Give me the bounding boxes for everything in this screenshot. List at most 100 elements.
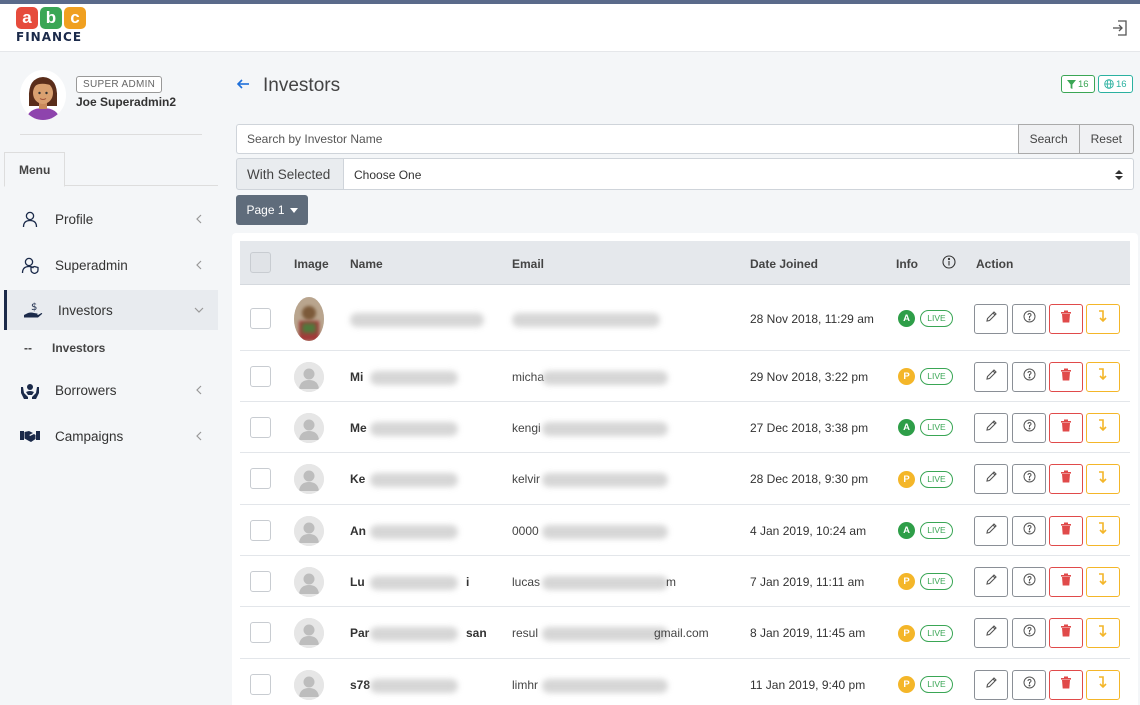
help-button[interactable] xyxy=(1012,515,1046,546)
logout-icon[interactable] xyxy=(1110,18,1130,38)
table-row[interactable]: Me kengi 27 Dec 2018, 3:38 pm A LIVE xyxy=(240,402,1130,453)
question-icon xyxy=(1023,470,1036,488)
help-button[interactable] xyxy=(1012,566,1046,597)
help-button[interactable] xyxy=(1012,464,1046,494)
status-badge: P xyxy=(898,368,915,385)
edit-button[interactable] xyxy=(974,412,1008,443)
delete-button[interactable] xyxy=(1049,464,1083,494)
table-row[interactable]: s78 limhr 11 Jan 2019, 9:40 pm P LIVE xyxy=(240,659,1130,705)
sidebar-item-investors[interactable]: $ Investors xyxy=(4,290,218,330)
redacted-name xyxy=(370,575,458,590)
column-header-date-joined[interactable]: Date Joined xyxy=(750,257,818,271)
trash-icon xyxy=(1060,676,1072,694)
table-row[interactable]: Lu i lucas m 7 Jan 2019, 11:11 am P LIVE xyxy=(240,556,1130,607)
sidebar-item-profile[interactable]: Profile xyxy=(4,199,218,239)
delete-button[interactable] xyxy=(1049,669,1083,700)
delete-button[interactable] xyxy=(1049,618,1083,648)
redacted-email xyxy=(542,421,668,436)
row-checkbox[interactable] xyxy=(250,519,271,541)
investor-name[interactable]: Ke xyxy=(350,472,458,487)
row-checkbox[interactable] xyxy=(250,570,271,592)
sidebar-item-borrowers[interactable]: Borrowers xyxy=(4,370,218,410)
tab-menu[interactable]: Menu xyxy=(4,152,65,187)
logo-letter-c: c xyxy=(64,7,86,29)
row-checkbox[interactable] xyxy=(250,622,271,643)
investor-name[interactable]: Lu i xyxy=(350,575,469,590)
transfer-button[interactable] xyxy=(1086,361,1120,392)
status-badge: P xyxy=(898,676,915,693)
transfer-button[interactable] xyxy=(1086,669,1120,700)
chevron-left-icon xyxy=(196,385,202,395)
edit-button[interactable] xyxy=(974,303,1008,334)
edit-button[interactable] xyxy=(974,669,1008,700)
investor-name[interactable]: s78 xyxy=(350,678,458,693)
investor-name[interactable]: An xyxy=(350,524,458,539)
delete-button[interactable] xyxy=(1049,515,1083,546)
table-row[interactable]: 28 Nov 2018, 11:29 am A LIVE xyxy=(240,286,1130,351)
level-down-icon xyxy=(1098,367,1108,386)
table-row[interactable]: An 0000 4 Jan 2019, 10:24 am A LIVE xyxy=(240,505,1130,556)
user-name: Joe Superadmin2 xyxy=(76,95,177,109)
sidebar-item-superadmin[interactable]: Superadmin xyxy=(4,245,218,285)
bulk-action-select[interactable]: Choose One xyxy=(344,158,1134,190)
status-badge: A xyxy=(898,419,915,436)
row-checkbox[interactable] xyxy=(250,365,271,387)
delete-button[interactable] xyxy=(1049,566,1083,597)
transfer-button[interactable] xyxy=(1086,566,1120,597)
table-row[interactable]: Mi micha 29 Nov 2018, 3:22 pm P LIVE xyxy=(240,351,1130,402)
column-header-email[interactable]: Email xyxy=(512,257,544,271)
help-button[interactable] xyxy=(1012,412,1046,443)
investor-email: kelvir xyxy=(512,472,668,487)
sidebar-subitem-investors[interactable]: -- Investors xyxy=(24,341,105,355)
row-checkbox[interactable] xyxy=(250,673,271,695)
table-row[interactable]: Par san resul gmail.com 8 Jan 2019, 11:45 am… xyxy=(240,607,1130,659)
search-button[interactable]: Search xyxy=(1017,124,1080,154)
redacted-name xyxy=(370,370,458,385)
row-checkbox[interactable] xyxy=(250,307,271,329)
avatar[interactable] xyxy=(20,70,66,120)
subitem-dash: -- xyxy=(24,341,32,355)
investor-name[interactable]: Par san xyxy=(350,626,487,641)
edit-button[interactable] xyxy=(974,566,1008,597)
page-dropdown-button[interactable]: Page 1 xyxy=(236,195,308,225)
caret-down-icon xyxy=(289,207,298,213)
column-header-name[interactable]: Name xyxy=(350,257,383,271)
info-icon[interactable] xyxy=(942,255,956,269)
edit-button[interactable] xyxy=(974,515,1008,546)
reset-button[interactable]: Reset xyxy=(1079,124,1134,154)
level-down-icon xyxy=(1098,624,1108,643)
redacted-email xyxy=(542,575,668,590)
help-button[interactable] xyxy=(1012,303,1046,334)
investor-avatar xyxy=(294,361,324,392)
search-input[interactable] xyxy=(236,124,1018,154)
globe-count-badge[interactable]: 16 xyxy=(1098,75,1133,93)
transfer-button[interactable] xyxy=(1086,464,1120,494)
investor-name[interactable]: Mi xyxy=(350,370,458,385)
edit-button[interactable] xyxy=(974,361,1008,392)
edit-button[interactable] xyxy=(974,464,1008,494)
edit-button[interactable] xyxy=(974,618,1008,648)
select-all-checkbox[interactable] xyxy=(250,252,271,273)
help-button[interactable] xyxy=(1012,361,1046,392)
sidebar-item-campaigns[interactable]: Campaigns xyxy=(4,416,218,456)
transfer-button[interactable] xyxy=(1086,618,1120,648)
help-button[interactable] xyxy=(1012,618,1046,648)
delete-button[interactable] xyxy=(1049,412,1083,443)
transfer-button[interactable] xyxy=(1086,515,1120,546)
user-icon xyxy=(19,208,41,230)
table-row[interactable]: Ke kelvir 28 Dec 2018, 9:30 pm P LIVE xyxy=(240,453,1130,505)
brand-logo[interactable]: a b c FINANCE xyxy=(16,7,96,51)
filter-count-badge[interactable]: 16 xyxy=(1061,75,1095,93)
logo-word: FINANCE xyxy=(16,30,83,44)
row-checkbox[interactable] xyxy=(250,416,271,438)
row-checkbox[interactable] xyxy=(250,468,271,489)
delete-button[interactable] xyxy=(1049,361,1083,392)
chevron-left-icon xyxy=(196,260,202,270)
transfer-button[interactable] xyxy=(1086,303,1120,334)
investor-email: resul gmail.com xyxy=(512,626,709,641)
transfer-button[interactable] xyxy=(1086,412,1120,443)
delete-button[interactable] xyxy=(1049,303,1083,334)
back-arrow-icon[interactable] xyxy=(236,77,250,91)
investor-name[interactable]: Me xyxy=(350,421,458,436)
help-button[interactable] xyxy=(1012,669,1046,700)
